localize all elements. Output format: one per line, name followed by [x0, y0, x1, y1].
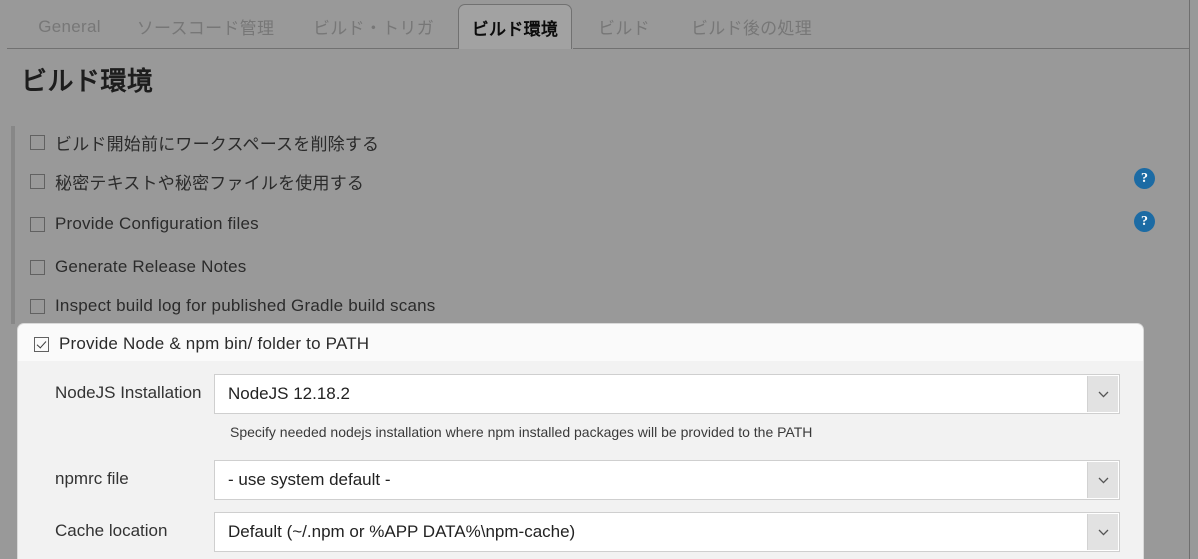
checkbox-box[interactable]: [30, 216, 45, 232]
checkbox-box[interactable]: [30, 134, 45, 150]
select-value-1: NodeJS 12.18.2: [228, 384, 350, 403]
checkbox-label-4: Generate Release Notes: [55, 257, 247, 276]
checkbox-row-3[interactable]: Provide Configuration files: [30, 213, 259, 235]
settings-window: General ソースコード管理 ビルド・トリガ ビルド環境 ビルド ビルド後の処理 ビル…: [0, 0, 1198, 559]
window-right-border: [1189, 0, 1190, 559]
chevron-down-icon[interactable]: [1087, 462, 1118, 498]
form-row-2: npmrc file - use system default -: [18, 460, 1143, 500]
check-icon[interactable]: [34, 336, 49, 352]
tab-1[interactable]: General: [22, 4, 117, 49]
checkbox-row-2[interactable]: 秘密テキストや秘密ファイルを使用する: [30, 170, 365, 193]
help-icon-2[interactable]: ?: [1134, 168, 1155, 189]
section-accent-rule: [11, 126, 15, 324]
node-npm-panel-header: Provide Node & npm bin/ folder to PATH: [18, 324, 1143, 361]
chevron-down-icon[interactable]: [1087, 376, 1118, 412]
select-value-2: - use system default -: [228, 470, 391, 489]
tab-6[interactable]: ビルド後の処理: [672, 4, 831, 49]
field-label-1: NodeJS Installation: [55, 383, 202, 402]
chevron-down-icon[interactable]: [1087, 514, 1118, 550]
form-row-3: Cache location Default (~/.npm or %APP DA…: [18, 512, 1143, 552]
select-2[interactable]: - use system default -: [214, 460, 1120, 500]
tab-2[interactable]: ソースコード管理: [122, 4, 289, 49]
checkbox-row-provide-node-npm-path[interactable]: Provide Node & npm bin/ folder to PATH: [34, 334, 369, 354]
field-help-text-1: Specify needed nodejs installation where…: [230, 424, 813, 440]
field-label-3: Cache location: [55, 521, 168, 540]
tabbar-divider-right: [573, 48, 1190, 49]
checkbox-row-4[interactable]: Generate Release Notes: [30, 256, 247, 278]
node-npm-settings-panel: Provide Node & npm bin/ folder to PATH N…: [18, 324, 1143, 559]
checkbox-label-5: Inspect build log for published Gradle b…: [55, 296, 436, 315]
tab-3[interactable]: ビルド・トリガ: [294, 4, 453, 49]
help-icon-3[interactable]: ?: [1134, 211, 1155, 232]
page-title: ビルド環境: [21, 66, 154, 96]
checkbox-row-1[interactable]: ビルド開始前にワークスペースを削除する: [30, 131, 380, 154]
form-row-1: NodeJS Installation NodeJS 12.18.2: [18, 374, 1143, 414]
checkbox-label-provide-node-npm-path: Provide Node & npm bin/ folder to PATH: [59, 334, 370, 353]
select-1[interactable]: NodeJS 12.18.2: [214, 374, 1120, 414]
field-label-2: npmrc file: [55, 469, 129, 488]
checkbox-box[interactable]: [30, 173, 45, 189]
tab-4-active[interactable]: ビルド環境: [458, 4, 572, 49]
checkbox-label-1: ビルド開始前にワークスペースを削除する: [55, 134, 380, 154]
checkbox-box[interactable]: [30, 259, 45, 275]
tab-5[interactable]: ビルド: [586, 4, 662, 49]
checkbox-box[interactable]: [30, 298, 45, 314]
checkbox-label-2: 秘密テキストや秘密ファイルを使用する: [55, 173, 365, 193]
select-3[interactable]: Default (~/.npm or %APP DATA%\npm-cache): [214, 512, 1120, 552]
tab-bar: General ソースコード管理 ビルド・トリガ ビルド環境 ビルド ビルド後の処理: [0, 0, 1198, 49]
checkbox-label-3: Provide Configuration files: [55, 214, 259, 233]
select-value-3: Default (~/.npm or %APP DATA%\npm-cache): [228, 522, 576, 541]
checkbox-row-5[interactable]: Inspect build log for published Gradle b…: [30, 295, 435, 317]
